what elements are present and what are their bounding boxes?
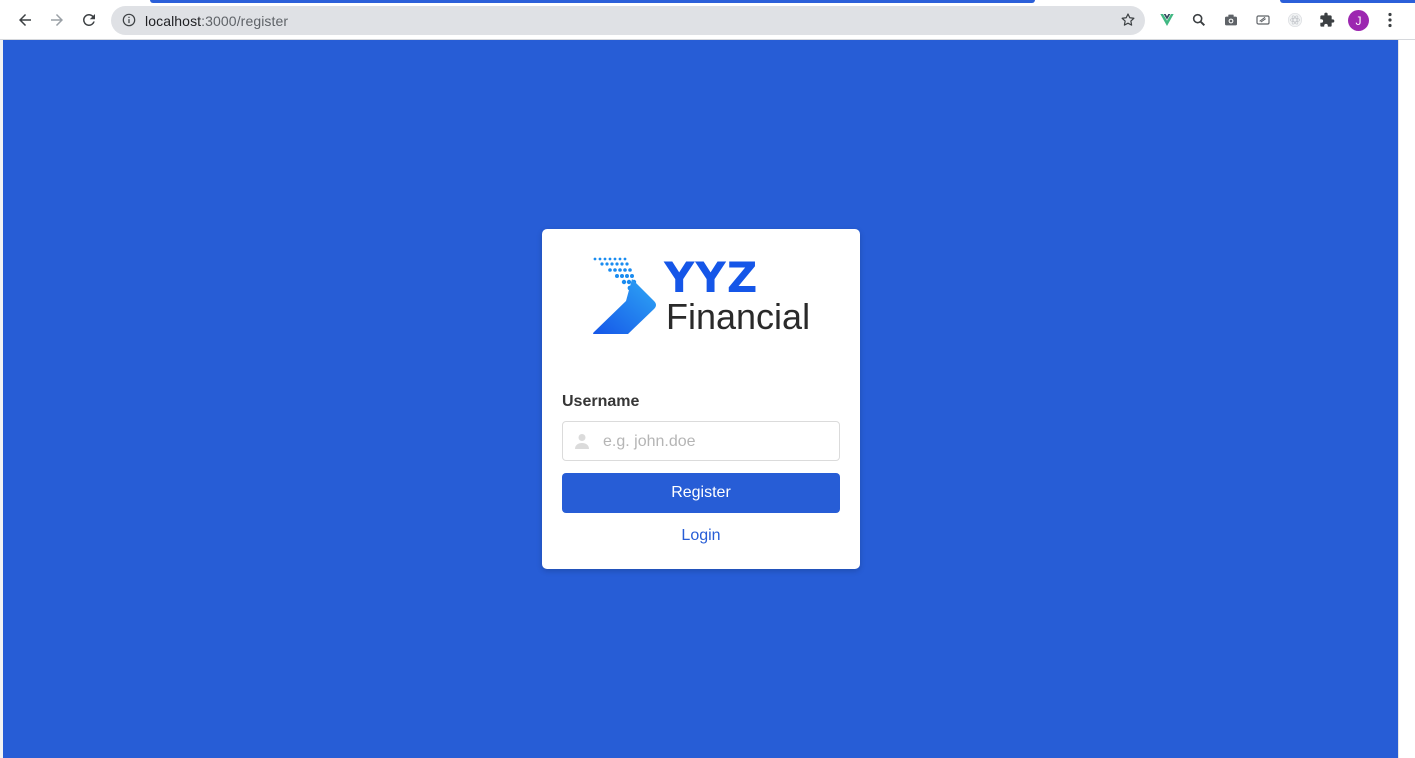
profile-avatar[interactable]: J	[1348, 10, 1369, 31]
reload-button[interactable]	[77, 8, 101, 32]
extensions-puzzle-icon[interactable]	[1317, 10, 1337, 30]
login-link[interactable]: Login	[542, 527, 860, 545]
logo-text-financial: Financial	[666, 296, 811, 337]
register-card: YYZ Financial Username Register Login	[542, 229, 860, 569]
url-host: localhost	[145, 13, 202, 29]
vue-devtools-extension-icon[interactable]	[1157, 10, 1177, 30]
user-icon	[575, 434, 589, 449]
logo-text-yyz: YYZ	[664, 253, 759, 302]
browser-menu-icon[interactable]	[1382, 10, 1398, 30]
back-arrow-icon	[19, 14, 31, 26]
username-input[interactable]	[601, 422, 835, 462]
url-path: :3000/register	[201, 13, 289, 29]
reload-icon	[82, 13, 95, 26]
bookmark-star-icon[interactable]	[1119, 11, 1137, 29]
forward-button[interactable]	[45, 8, 69, 32]
logo-arrow-mark	[593, 257, 656, 334]
tab-indicator	[1280, 0, 1415, 3]
notes-extension-icon[interactable]	[1253, 10, 1273, 30]
username-label: Username	[562, 393, 640, 410]
browser-toolbar: localhost:3000/register J	[0, 0, 1415, 40]
yyz-financial-logo: YYZ Financial	[592, 257, 817, 337]
screenshot-extension-icon[interactable]	[1221, 10, 1241, 30]
back-button[interactable]	[13, 8, 37, 32]
register-button[interactable]: Register	[562, 473, 840, 513]
zoom-extension-icon[interactable]	[1189, 10, 1209, 30]
username-field[interactable]	[562, 421, 840, 462]
active-tab-indicator	[150, 0, 1035, 3]
site-info-icon[interactable]	[121, 12, 137, 28]
url-text[interactable]: localhost:3000/register	[145, 13, 288, 29]
address-bar[interactable]: localhost:3000/register	[111, 6, 1145, 35]
scrollbar-gutter	[1398, 40, 1415, 758]
react-devtools-extension-icon[interactable]	[1285, 10, 1305, 30]
forward-arrow-icon	[51, 14, 63, 26]
